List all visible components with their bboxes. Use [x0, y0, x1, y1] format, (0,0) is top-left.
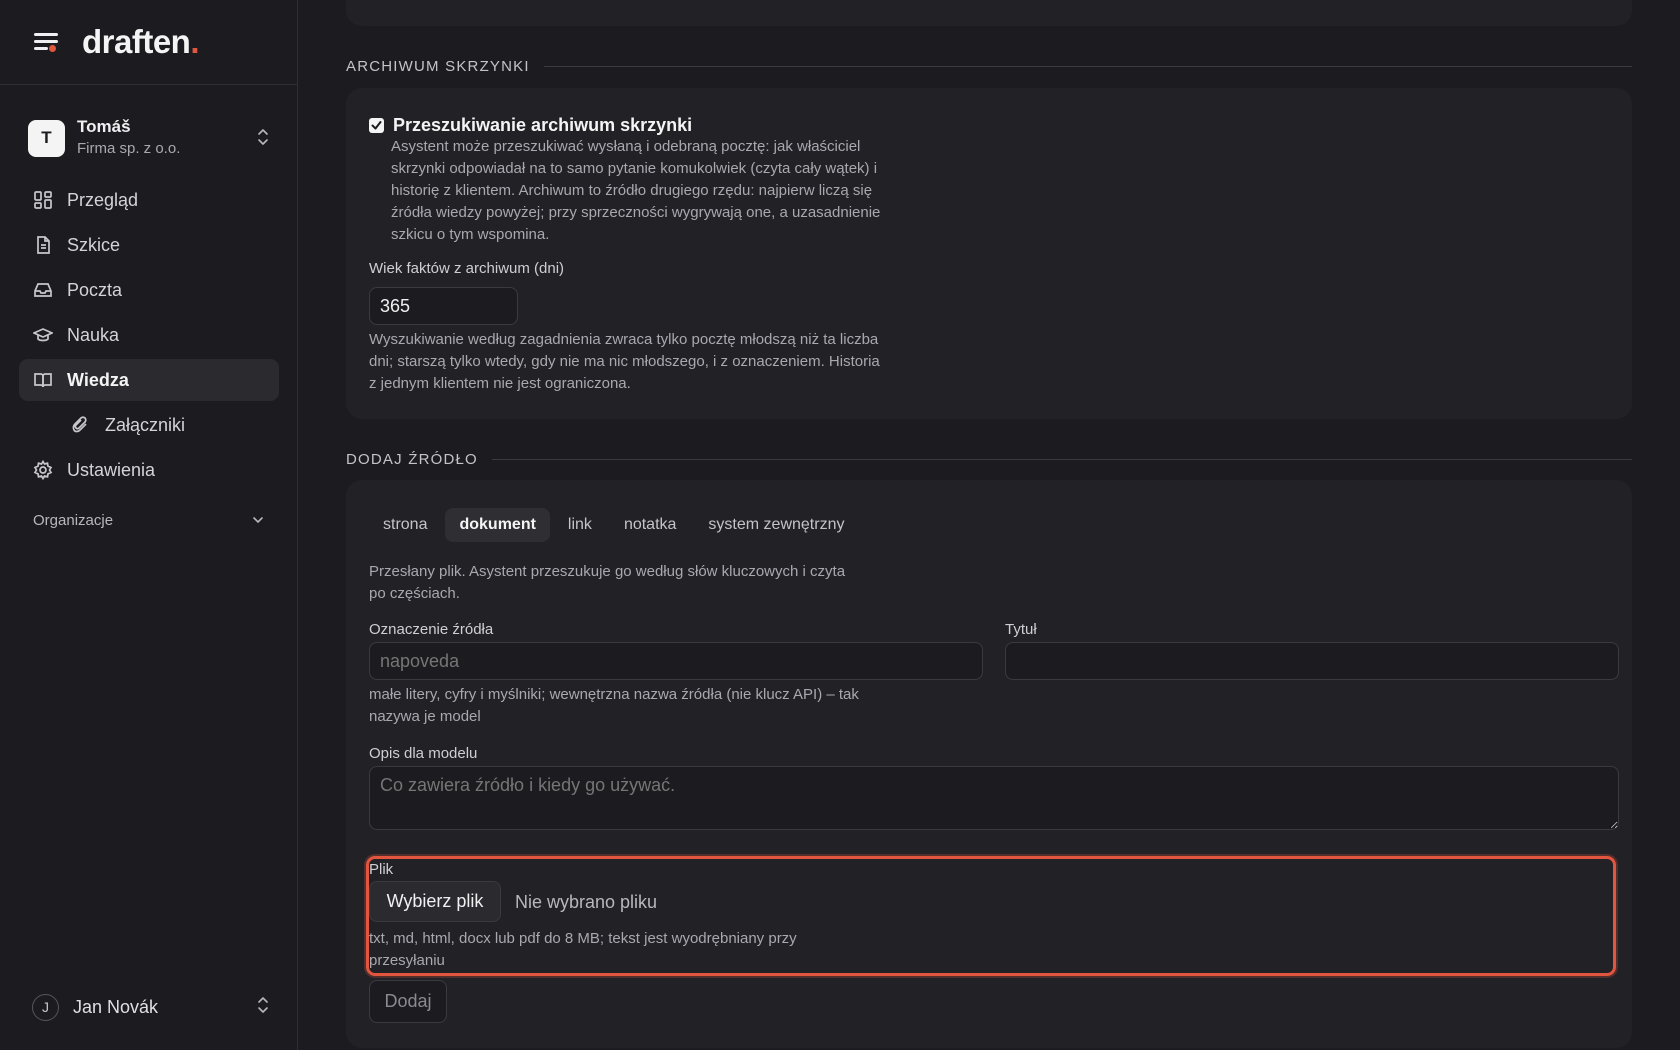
user-avatar: J	[32, 993, 59, 1021]
tab-description: Przesłany plik. Asystent przeszukuje go …	[369, 563, 846, 602]
source-id-label: Oznaczenie źródła	[369, 621, 494, 638]
book-open-icon	[33, 370, 53, 390]
tab-dokument[interactable]: dokument	[445, 508, 550, 542]
archive-section-header: ARCHIWUM SKRZYNKI	[346, 56, 1632, 76]
nav-label: Nauka	[67, 324, 120, 345]
checkbox-label: Przeszukiwanie archiwum skrzynki	[393, 115, 693, 135]
chevron-down-icon	[251, 512, 265, 529]
org-switcher[interactable]: T Tomáš Firma sp. z o.o.	[28, 115, 274, 161]
add-source-button[interactable]: Dodaj	[369, 980, 447, 1023]
nav-item-poczta[interactable]: Poczta	[19, 269, 279, 311]
section-label: Organizacje	[33, 511, 114, 529]
file-help: txt, md, html, docx lub pdf do 8 MB; tek…	[369, 930, 797, 969]
chevron-up-down-icon	[256, 995, 270, 1020]
nav-item-ustawienia[interactable]: Ustawienia	[19, 449, 279, 491]
main-content: ARCHIWUM SKRZYNKI Przeszukiwanie archiwu…	[298, 0, 1680, 1050]
choose-file-button[interactable]: Wybierz plik	[369, 881, 501, 922]
org-avatar: T	[28, 119, 65, 157]
archive-search-checkbox-row[interactable]: Przeszukiwanie archiwum skrzynki	[369, 115, 692, 136]
tab-strona[interactable]: strona	[369, 508, 441, 542]
document-icon	[33, 235, 53, 255]
tab-system-zewnetrzny[interactable]: system zewnętrzny	[694, 508, 858, 542]
nav-item-nauka[interactable]: Nauka	[19, 314, 279, 356]
description-textarea[interactable]	[369, 766, 1619, 830]
logo: draften.	[82, 23, 200, 60]
section-title: DODAJ ŹRÓDŁO	[346, 450, 478, 468]
archive-search-checkbox[interactable]	[369, 118, 384, 133]
nav-label: Ustawienia	[67, 459, 156, 480]
tab-notatka[interactable]: notatka	[610, 508, 690, 542]
add-source-section-header: DODAJ ŹRÓDŁO	[346, 449, 1632, 469]
org-user-name: Tomáš	[77, 117, 131, 136]
inbox-icon	[33, 280, 53, 300]
nav-item-szkice[interactable]: Szkice	[19, 224, 279, 266]
source-id-help: małe litery, cyfry i myślniki; wewnętrzn…	[369, 686, 859, 725]
nav-label: Poczta	[67, 279, 123, 300]
nav-label: Załączniki	[105, 414, 186, 435]
paperclip-icon	[71, 415, 91, 435]
previous-card	[346, 0, 1632, 26]
nav-label: Szkice	[67, 234, 121, 255]
source-id-input[interactable]	[369, 642, 983, 680]
nav-item-wiedza[interactable]: Wiedza	[19, 359, 279, 401]
nav-item-zalaczniki[interactable]: Załączniki	[19, 404, 279, 446]
menu-icon[interactable]	[32, 30, 60, 54]
age-field-label: Wiek faktów z archiwum (dni)	[369, 260, 565, 277]
nav-label: Wiedza	[67, 369, 129, 390]
section-title: ARCHIWUM SKRZYNKI	[346, 57, 530, 75]
main-nav: Przegląd Szkice Poczta Nauka Wiedza Załą…	[19, 179, 279, 494]
title-input[interactable]	[1005, 642, 1619, 680]
tab-link[interactable]: link	[554, 508, 606, 542]
nav-label: Przegląd	[67, 189, 139, 210]
add-source-card: strona dokument link notatka system zewn…	[346, 480, 1632, 1048]
age-days-input[interactable]	[369, 287, 518, 325]
organizations-section-toggle[interactable]: Organizacje	[33, 508, 265, 532]
source-type-tabs: strona dokument link notatka system zewn…	[369, 508, 862, 542]
sidebar: draften. T Tomáš Firma sp. z o.o. Przegl…	[0, 0, 298, 1050]
title-label: Tytuł	[1005, 621, 1037, 638]
archive-card: Przeszukiwanie archiwum skrzynki Asysten…	[346, 88, 1632, 419]
checkbox-help-text: Asystent może przeszukiwać wysłaną i ode…	[391, 138, 881, 243]
org-company-name: Firma sp. z o.o.	[77, 140, 181, 157]
nav-item-przeglad[interactable]: Przegląd	[19, 179, 279, 221]
file-status: Nie wybrano pliku	[515, 892, 658, 912]
user-switcher[interactable]: J Jan Novák	[32, 993, 270, 1021]
age-help-text: Wyszukiwanie według zagadnienia zwraca t…	[369, 331, 880, 392]
file-upload-group: Plik Wybierz plik Nie wybrano pliku txt,…	[366, 856, 1616, 976]
gear-icon	[33, 460, 53, 480]
chevron-up-down-icon	[256, 127, 270, 147]
dashboard-icon	[33, 190, 53, 210]
user-name: Jan Novák	[73, 996, 159, 1017]
graduation-cap-icon	[33, 325, 53, 345]
description-label: Opis dla modelu	[369, 745, 478, 762]
brand-bar: draften.	[0, 0, 297, 85]
file-label: Plik	[369, 861, 394, 878]
